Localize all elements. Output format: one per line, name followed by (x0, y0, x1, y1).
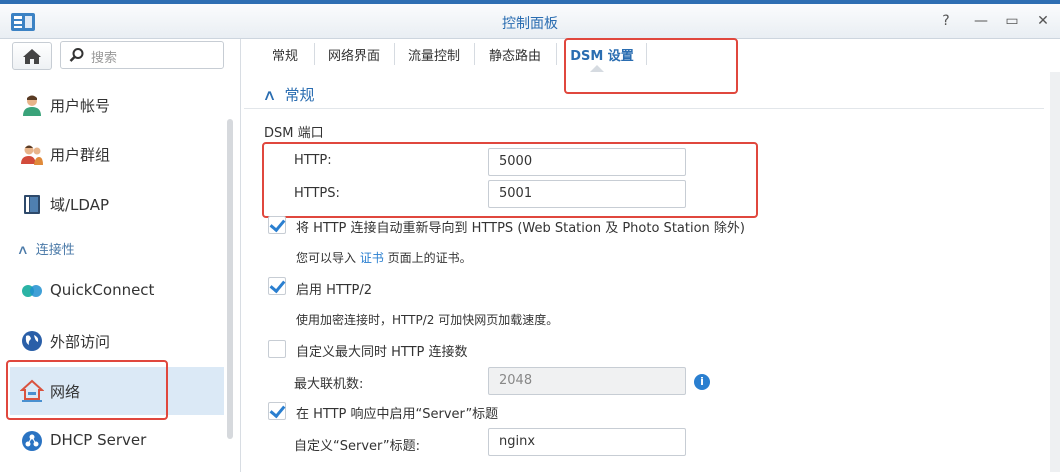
group-icon (21, 145, 43, 165)
sidebar-item-label: 域/LDAP (50, 196, 110, 214)
server-custom-value: nginx (499, 434, 536, 449)
sidebar-item-label: DHCP Server (50, 431, 147, 449)
search-input[interactable]: 搜索 (91, 47, 117, 66)
home-button[interactable] (12, 42, 52, 70)
note-text: 您可以导入 (296, 251, 360, 265)
section-divider (244, 108, 1044, 109)
server-custom-field[interactable]: nginx (488, 428, 686, 456)
sidebar-item-dhcp-server[interactable]: DHCP Server (10, 417, 224, 465)
user-icon (23, 95, 41, 116)
server-custom-label: 自定义“Server”标题: (294, 439, 421, 454)
section-connectivity[interactable]: ∧ 连接性 (16, 239, 75, 258)
home-icon (23, 49, 41, 64)
section-label: 连接性 (35, 243, 75, 258)
certificate-link[interactable]: 证书 (360, 251, 384, 265)
tab-network-interface[interactable]: 网络界面 (314, 45, 394, 67)
domain-icon (24, 195, 40, 214)
import-cert-note: 您可以导入 证书 页面上的证书。 (296, 249, 472, 266)
sidebar-item-label: 外部访问 (50, 333, 111, 351)
content-scrollbar[interactable] (1050, 72, 1060, 472)
section-title-label: 常规 (284, 86, 315, 104)
max-connections-checkbox[interactable] (268, 340, 286, 358)
sidebar-scrollbar[interactable] (227, 119, 233, 439)
http2-checkbox[interactable] (268, 277, 286, 295)
sidebar-item-user-groups[interactable]: 用户群组 (10, 130, 224, 178)
globe-icon (22, 331, 42, 351)
search-icon (69, 48, 84, 62)
dsm-port-label: DSM 端口 (264, 126, 324, 141)
redirect-https-label: 将 HTTP 连接自动重新导向到 HTTPS (Web Station 及 Ph… (296, 221, 745, 236)
sidebar-item-quickconnect[interactable]: QuickConnect (10, 267, 224, 315)
window-title: 控制面板 (502, 16, 558, 32)
search-box[interactable]: 搜索 (60, 41, 224, 69)
max-connections-field[interactable]: 2048 (488, 367, 686, 395)
max-connections-field-label: 最大联机数: (294, 377, 364, 392)
sidebar-item-domain-ldap[interactable]: 域/LDAP (10, 180, 224, 228)
sidebar-item-label: 用户群组 (50, 146, 111, 164)
sidebar-item-external-access[interactable]: 外部访问 (10, 317, 224, 365)
sidebar-item-user-accounts[interactable]: 用户帐号 (10, 81, 224, 129)
max-connections-label: 自定义最大同时 HTTP 连接数 (296, 345, 468, 360)
close-icon[interactable]: ✕ (1034, 13, 1052, 29)
section-general-header[interactable]: ∧ 常规 (262, 84, 315, 105)
tab-general[interactable]: 常规 (256, 45, 314, 67)
sidebar-item-label: 用户帐号 (50, 97, 111, 115)
sidebar-item-label: QuickConnect (50, 281, 155, 299)
settings-panel: ∧ 常规 DSM 端口 HTTP: 5000 HTTPS: 5001 将 HTT… (244, 72, 1060, 472)
tab-static-route[interactable]: 静态路由 (474, 45, 556, 67)
chevron-up-icon: ∧ (16, 243, 29, 258)
http2-label: 启用 HTTP/2 (296, 283, 373, 298)
maximize-icon[interactable]: ▭ (1003, 13, 1021, 29)
quickconnect-icon (22, 285, 42, 297)
tab-divider (556, 43, 557, 65)
server-header-checkbox[interactable] (268, 402, 286, 420)
note-text: 页面上的证书。 (383, 251, 472, 265)
title-bar: 控制面板 ? — ▭ ✕ (0, 4, 1060, 39)
max-connections-value: 2048 (499, 373, 533, 388)
chevron-up-icon: ∧ (262, 86, 277, 104)
highlight-box-network (6, 360, 168, 420)
dhcp-icon (22, 431, 42, 451)
http2-note: 使用加密连接时，HTTP/2 可加快网页加载速度。 (296, 313, 559, 327)
help-icon[interactable]: ? (937, 13, 955, 29)
tab-traffic-control[interactable]: 流量控制 (394, 45, 474, 67)
highlight-box-ports (262, 142, 758, 218)
server-header-label: 在 HTTP 响应中启用“Server”标题 (296, 407, 499, 422)
info-icon[interactable]: i (694, 374, 710, 390)
sidebar: 搜索 用户帐号 用户群组 域/LDAP ∧ 连接性 QuickConnect 外… (0, 39, 241, 472)
redirect-https-checkbox[interactable] (268, 216, 286, 234)
minimize-icon[interactable]: — (972, 13, 990, 29)
